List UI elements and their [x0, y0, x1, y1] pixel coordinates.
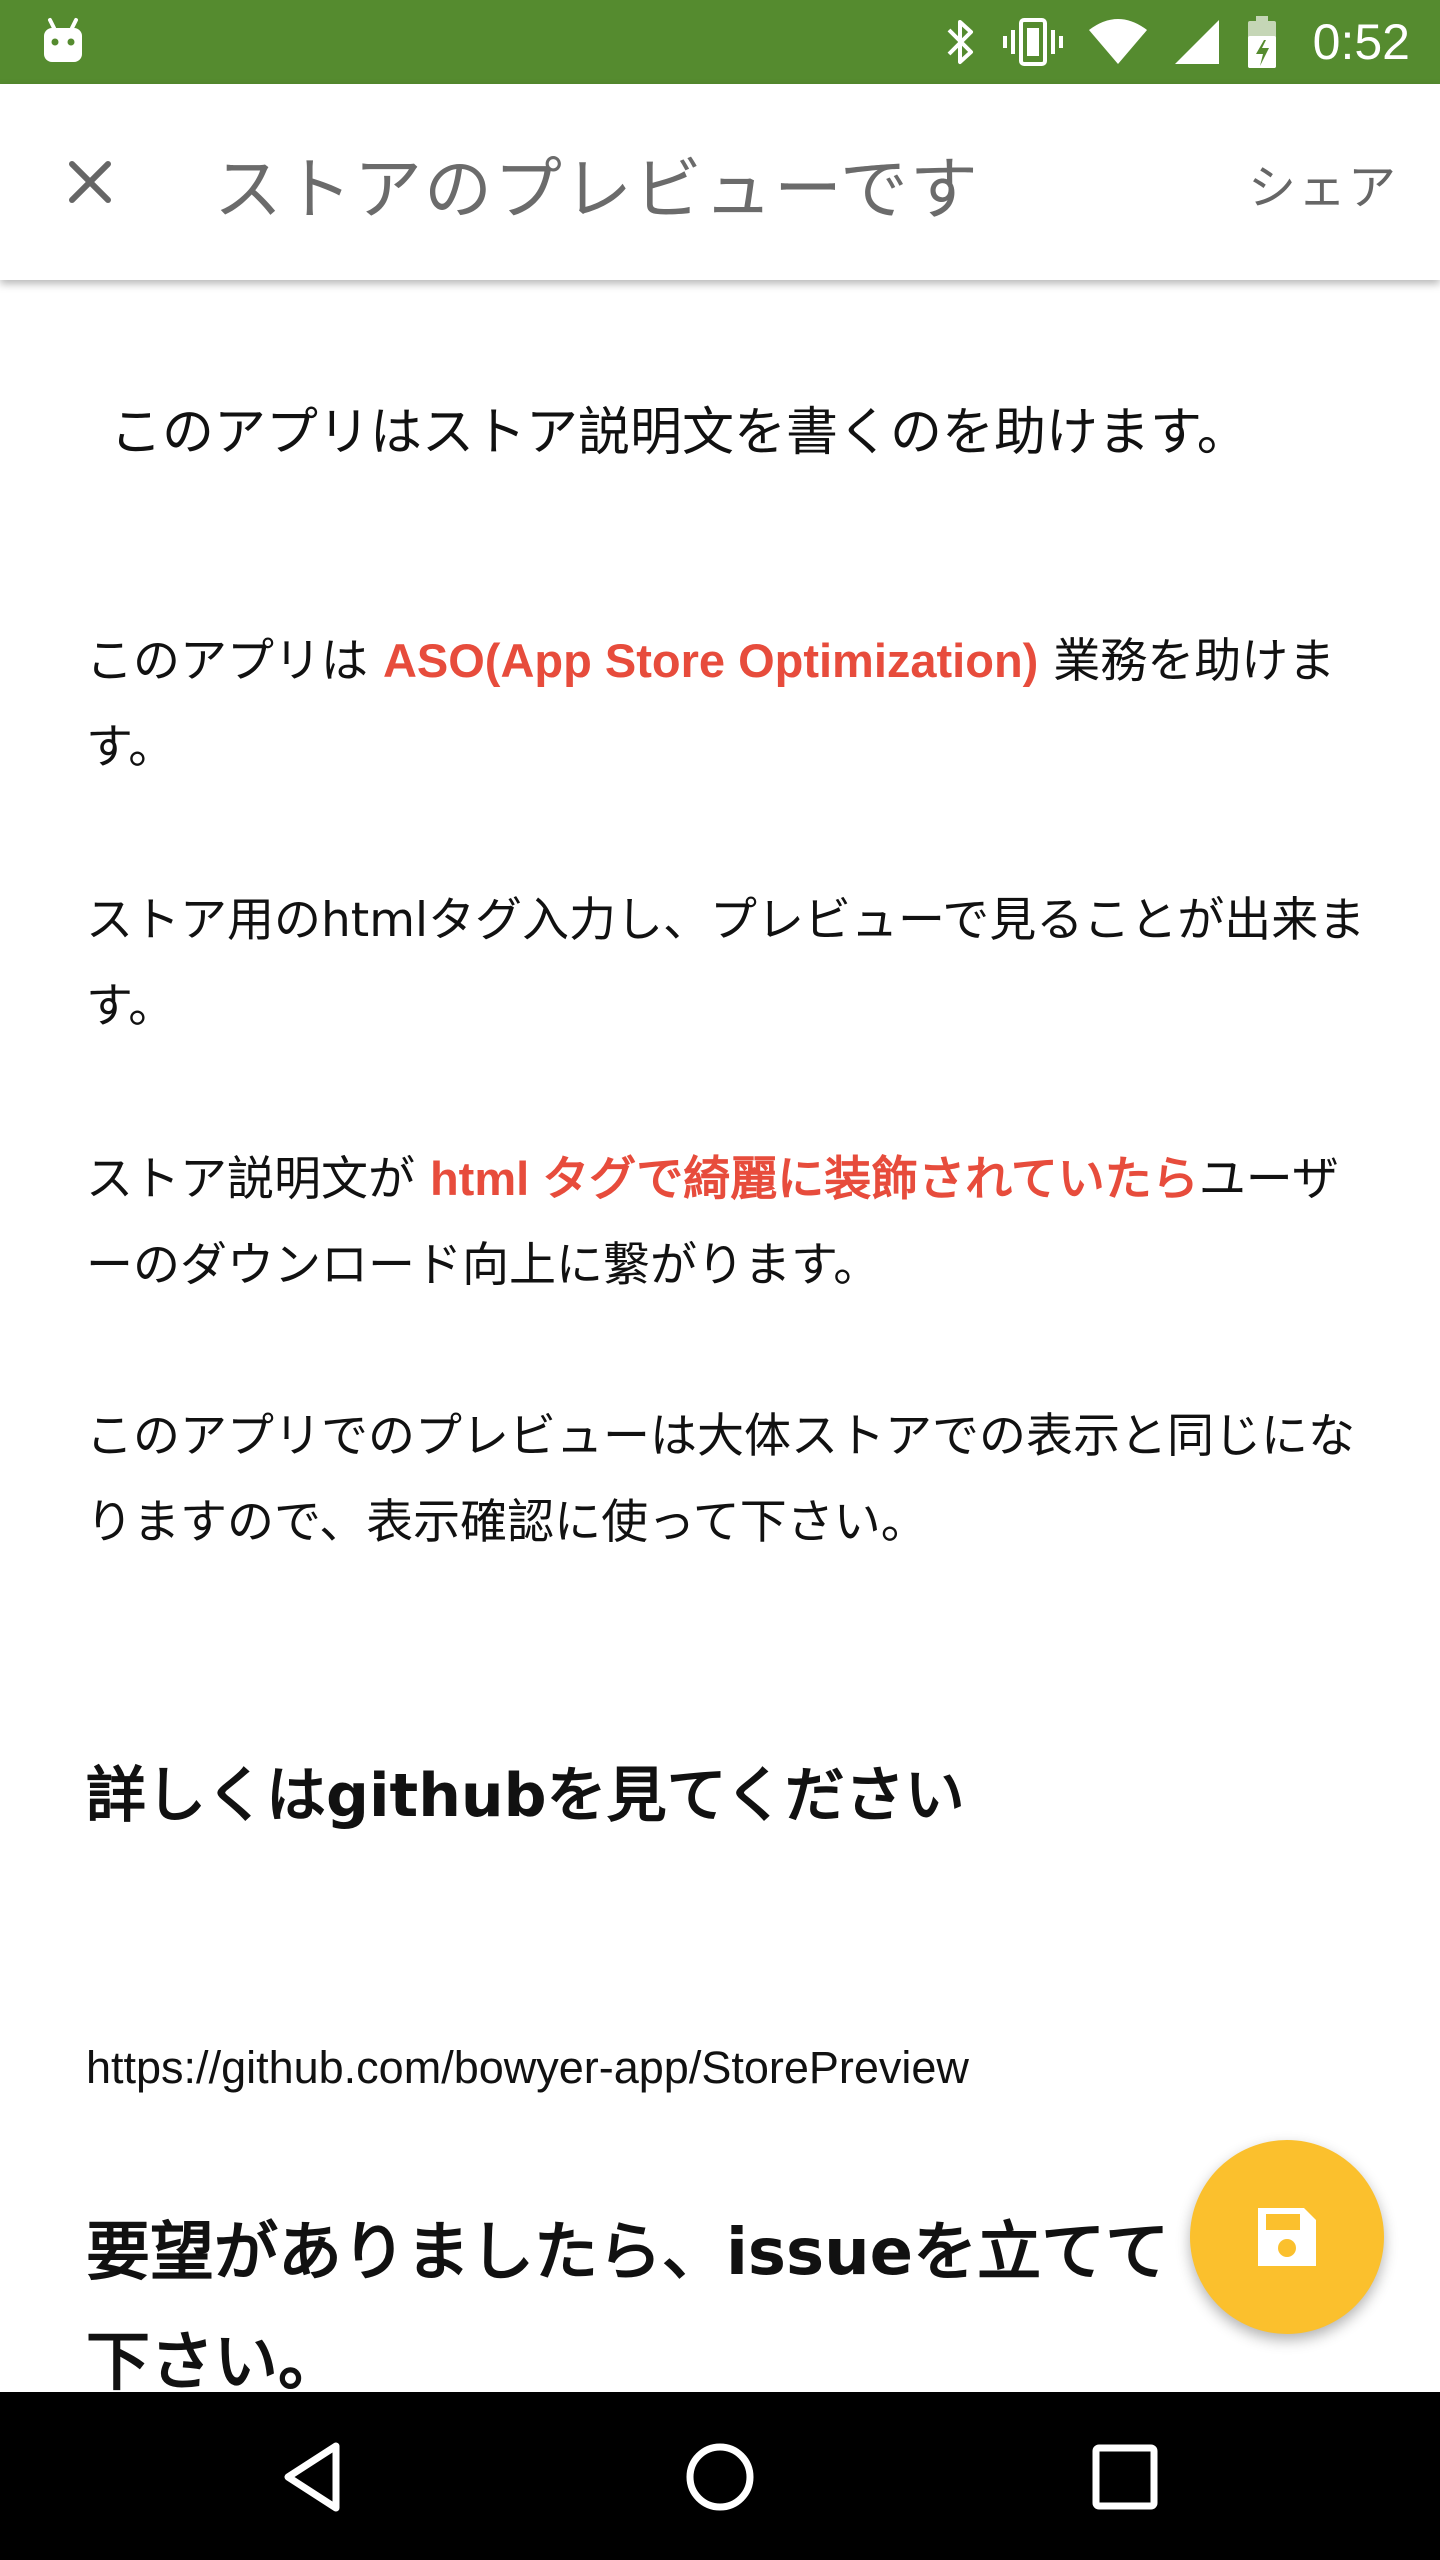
vibrate-icon	[1002, 18, 1063, 66]
close-icon[interactable]	[50, 142, 130, 222]
back-icon[interactable]	[270, 2432, 360, 2522]
wifi-icon	[1088, 19, 1147, 64]
paragraph-html-input: ストア用のhtmlタグ入力し、プレビューで見ることが出来ます。	[86, 893, 1366, 1034]
highlight-text: ASO(App Store Optimization)	[382, 634, 1039, 687]
section-heading-github: 詳しくはgithubを見てください	[86, 1761, 965, 1831]
paragraph-html-tags: ストア説明文が html タグで綺麗に装飾されていたらユーザーのダウンロード向上…	[86, 1136, 1366, 1309]
intro-text: このアプリはストア説明文を書くのを助けます。	[110, 403, 1249, 463]
save-button[interactable]	[1190, 2140, 1384, 2334]
paragraph-text: ストア説明文が	[86, 1152, 430, 1207]
status-time: 0:52	[1312, 14, 1410, 70]
app-bar: ストアのプレビューです シェア	[0, 84, 1440, 280]
home-icon[interactable]	[675, 2432, 765, 2522]
bluetooth-icon	[947, 20, 973, 64]
share-button[interactable]: シェア	[1248, 148, 1398, 218]
section-heading-issue: 要望がありましたら、issueを立てて下さい。	[86, 2216, 1170, 2392]
paragraph-aso: このアプリは ASO(App Store Optimization) 業務を助け…	[86, 618, 1366, 791]
battery-icon	[1247, 16, 1276, 68]
save-icon	[1258, 2208, 1316, 2266]
android-icon	[44, 18, 82, 62]
store-preview-content[interactable]: このアプリはストア説明文を書くのを助けます。 このアプリは ASO(App St…	[0, 280, 1440, 2392]
recents-icon[interactable]	[1080, 2432, 1170, 2522]
paragraph-preview-note: このアプリでのプレビューは大体ストアでの表示と同じになりますので、表示確認に使っ…	[86, 1409, 1355, 1550]
status-bar: 0:52	[0, 0, 1440, 84]
navigation-bar	[0, 2392, 1440, 2560]
paragraph-text: このアプリは	[86, 634, 383, 689]
cell-signal-icon	[1174, 20, 1219, 64]
github-link[interactable]: https://github.com/bowyer-app/StorePrevi…	[86, 2042, 969, 2094]
highlight-text: html タグで綺麗に装飾されていたら	[429, 1152, 1199, 1205]
page-title: ストアのプレビューです	[214, 151, 980, 230]
